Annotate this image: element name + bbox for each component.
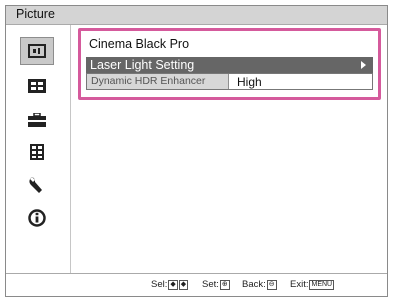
category-sidebar — [6, 25, 71, 274]
sidebar-item-maintenance[interactable] — [20, 171, 54, 199]
menu-title: Picture — [16, 7, 55, 21]
hint-back-label: Back: — [242, 279, 266, 290]
setting-laser-light-setting[interactable]: Laser Light Setting — [86, 57, 373, 73]
hint-exit-label: Exit: — [290, 279, 309, 290]
setup-icon — [28, 113, 46, 127]
information-icon — [28, 209, 46, 227]
picture-icon — [28, 44, 46, 58]
setting-cinema-black-pro[interactable]: Cinema Black Pro — [89, 37, 189, 51]
up-down-key-icon: ◆ — [168, 279, 178, 290]
highlighted-settings-panel: Cinema Black Pro Laser Light Setting Dyn… — [78, 28, 381, 100]
sidebar-item-screen[interactable] — [20, 72, 54, 100]
sidebar-item-setup[interactable] — [20, 106, 54, 134]
hint-exit: Exit: MENU — [290, 279, 335, 290]
hint-set: Set: ⊕ — [202, 279, 230, 290]
menu-key-icon: MENU — [309, 279, 335, 290]
hint-set-label: Set: — [202, 279, 219, 290]
menu-window: Picture Cinema Black Pro Laser Light Set… — [5, 5, 388, 297]
sidebar-item-information[interactable] — [20, 204, 54, 232]
enter-key-icon: ⊕ — [219, 279, 230, 290]
screen-icon — [28, 79, 46, 93]
dynamic-hdr-enhancer-value: High — [237, 75, 262, 89]
button-guide-bar: Sel: ◆ ◆ Set: ⊕ Back: ⊖ Exit: MENU — [6, 273, 387, 296]
hint-select-label: Sel: — [151, 279, 168, 290]
hint-select: Sel: ◆ ◆ — [151, 279, 189, 290]
hint-back: Back: ⊖ — [242, 279, 277, 290]
sidebar-item-picture[interactable] — [20, 37, 54, 65]
laser-light-setting-label: Laser Light Setting — [90, 58, 195, 72]
dynamic-hdr-enhancer-label: Dynamic HDR Enhancer — [87, 74, 229, 89]
left-right-key-icon: ◆ — [178, 279, 189, 290]
chevron-right-icon — [361, 61, 366, 69]
title-bar: Picture — [6, 6, 387, 25]
function-icon — [30, 144, 44, 160]
back-key-icon: ⊖ — [266, 279, 277, 290]
wrench-icon — [29, 177, 42, 193]
setting-dynamic-hdr-enhancer[interactable]: Dynamic HDR Enhancer High — [86, 73, 373, 90]
sidebar-item-function[interactable] — [20, 138, 54, 166]
